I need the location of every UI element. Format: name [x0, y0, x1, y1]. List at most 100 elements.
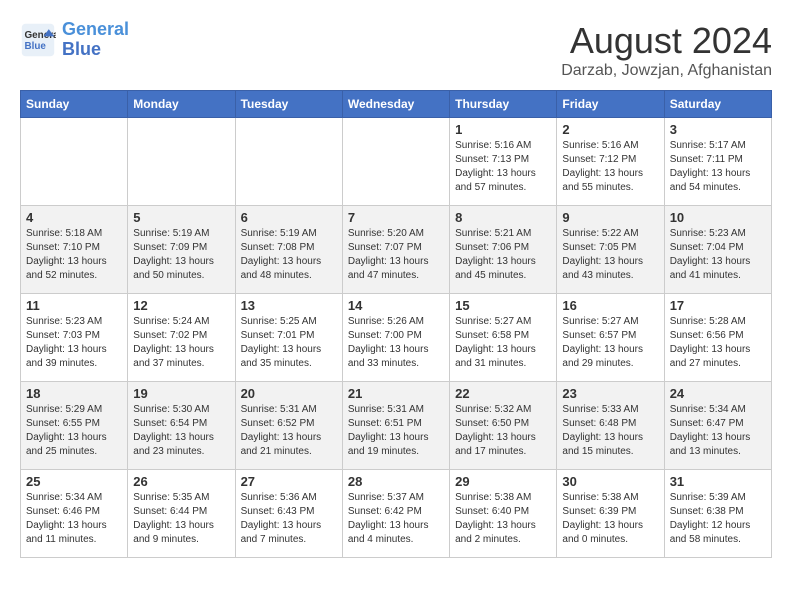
day-info: Sunrise: 5:33 AM Sunset: 6:48 PM Dayligh…	[562, 403, 658, 459]
day-info: Sunrise: 5:21 AM Sunset: 7:06 PM Dayligh…	[455, 227, 551, 283]
day-info: Sunrise: 5:19 AM Sunset: 7:08 PM Dayligh…	[241, 227, 337, 283]
logo-line2: Blue	[62, 39, 101, 59]
day-number: 13	[241, 298, 337, 313]
day-info: Sunrise: 5:27 AM Sunset: 6:58 PM Dayligh…	[455, 315, 551, 371]
day-info: Sunrise: 5:27 AM Sunset: 6:57 PM Dayligh…	[562, 315, 658, 371]
day-number: 21	[348, 386, 444, 401]
day-cell: 19 Sunrise: 5:30 AM Sunset: 6:54 PM Dayli…	[128, 382, 235, 470]
day-number: 12	[133, 298, 229, 313]
day-number: 25	[26, 474, 122, 489]
day-info: Sunrise: 5:38 AM Sunset: 6:40 PM Dayligh…	[455, 491, 551, 547]
day-info: Sunrise: 5:20 AM Sunset: 7:07 PM Dayligh…	[348, 227, 444, 283]
day-cell: 1 Sunrise: 5:16 AM Sunset: 7:13 PM Daylig…	[450, 118, 557, 206]
day-cell: 25 Sunrise: 5:34 AM Sunset: 6:46 PM Dayli…	[21, 470, 128, 558]
header-row: SundayMondayTuesdayWednesdayThursdayFrid…	[21, 91, 772, 118]
day-number: 15	[455, 298, 551, 313]
day-cell: 9Sunrise: 5:22 AM Sunset: 7:05 PM Daylig…	[557, 206, 664, 294]
day-info: Sunrise: 5:29 AM Sunset: 6:55 PM Dayligh…	[26, 403, 122, 459]
logo: General Blue General Blue	[20, 20, 129, 60]
column-header-tuesday: Tuesday	[235, 91, 342, 118]
day-info: Sunrise: 5:17 AM Sunset: 7:11 PM Dayligh…	[670, 139, 766, 195]
day-number: 3	[670, 122, 766, 137]
day-number: 24	[670, 386, 766, 401]
day-info: Sunrise: 5:37 AM Sunset: 6:42 PM Dayligh…	[348, 491, 444, 547]
day-number: 26	[133, 474, 229, 489]
week-row-2: 4Sunrise: 5:18 AM Sunset: 7:10 PM Daylig…	[21, 206, 772, 294]
day-cell: 22 Sunrise: 5:32 AM Sunset: 6:50 PM Dayli…	[450, 382, 557, 470]
day-info: Sunrise: 5:23 AM Sunset: 7:03 PM Dayligh…	[26, 315, 122, 371]
day-cell: 6 Sunrise: 5:19 AM Sunset: 7:08 PM Daylig…	[235, 206, 342, 294]
day-number: 20	[241, 386, 337, 401]
day-number: 17	[670, 298, 766, 313]
column-header-sunday: Sunday	[21, 91, 128, 118]
day-info: Sunrise: 5:16 AM Sunset: 7:13 PM Dayligh…	[455, 139, 551, 195]
day-cell: 24Sunrise: 5:34 AM Sunset: 6:47 PM Dayli…	[664, 382, 771, 470]
day-cell	[235, 118, 342, 206]
day-info: Sunrise: 5:24 AM Sunset: 7:02 PM Dayligh…	[133, 315, 229, 371]
svg-text:Blue: Blue	[25, 41, 47, 52]
column-header-saturday: Saturday	[664, 91, 771, 118]
day-cell: 5 Sunrise: 5:19 AM Sunset: 7:09 PM Daylig…	[128, 206, 235, 294]
day-info: Sunrise: 5:35 AM Sunset: 6:44 PM Dayligh…	[133, 491, 229, 547]
day-info: Sunrise: 5:28 AM Sunset: 6:56 PM Dayligh…	[670, 315, 766, 371]
day-cell: 10Sunrise: 5:23 AM Sunset: 7:04 PM Dayli…	[664, 206, 771, 294]
day-cell: 31 Sunrise: 5:39 AM Sunset: 6:38 PM Dayli…	[664, 470, 771, 558]
day-cell: 21 Sunrise: 5:31 AM Sunset: 6:51 PM Dayli…	[342, 382, 449, 470]
day-info: Sunrise: 5:39 AM Sunset: 6:38 PM Dayligh…	[670, 491, 766, 547]
day-number: 1	[455, 122, 551, 137]
day-number: 2	[562, 122, 658, 137]
day-number: 31	[670, 474, 766, 489]
day-number: 5	[133, 210, 229, 225]
day-number: 7	[348, 210, 444, 225]
page-title: August 2024	[561, 20, 772, 62]
day-info: Sunrise: 5:19 AM Sunset: 7:09 PM Dayligh…	[133, 227, 229, 283]
day-info: Sunrise: 5:23 AM Sunset: 7:04 PM Dayligh…	[670, 227, 766, 283]
week-row-5: 25 Sunrise: 5:34 AM Sunset: 6:46 PM Dayli…	[21, 470, 772, 558]
day-cell: 15 Sunrise: 5:27 AM Sunset: 6:58 PM Dayli…	[450, 294, 557, 382]
day-cell: 17 Sunrise: 5:28 AM Sunset: 6:56 PM Dayli…	[664, 294, 771, 382]
day-cell: 18Sunrise: 5:29 AM Sunset: 6:55 PM Dayli…	[21, 382, 128, 470]
day-number: 28	[348, 474, 444, 489]
day-cell	[128, 118, 235, 206]
day-cell: 14Sunrise: 5:26 AM Sunset: 7:00 PM Dayli…	[342, 294, 449, 382]
day-info: Sunrise: 5:25 AM Sunset: 7:01 PM Dayligh…	[241, 315, 337, 371]
logo-line1: General	[62, 19, 129, 39]
day-info: Sunrise: 5:31 AM Sunset: 6:51 PM Dayligh…	[348, 403, 444, 459]
day-cell: 3 Sunrise: 5:17 AM Sunset: 7:11 PM Daylig…	[664, 118, 771, 206]
day-cell: 26 Sunrise: 5:35 AM Sunset: 6:44 PM Dayli…	[128, 470, 235, 558]
day-info: Sunrise: 5:32 AM Sunset: 6:50 PM Dayligh…	[455, 403, 551, 459]
day-number: 9	[562, 210, 658, 225]
day-cell: 11 Sunrise: 5:23 AM Sunset: 7:03 PM Dayli…	[21, 294, 128, 382]
week-row-4: 18Sunrise: 5:29 AM Sunset: 6:55 PM Dayli…	[21, 382, 772, 470]
day-info: Sunrise: 5:36 AM Sunset: 6:43 PM Dayligh…	[241, 491, 337, 547]
column-header-monday: Monday	[128, 91, 235, 118]
day-number: 22	[455, 386, 551, 401]
day-cell	[21, 118, 128, 206]
day-cell: 23 Sunrise: 5:33 AM Sunset: 6:48 PM Dayli…	[557, 382, 664, 470]
day-cell: 2Sunrise: 5:16 AM Sunset: 7:12 PM Daylig…	[557, 118, 664, 206]
day-cell: 28 Sunrise: 5:37 AM Sunset: 6:42 PM Dayli…	[342, 470, 449, 558]
week-row-3: 11 Sunrise: 5:23 AM Sunset: 7:03 PM Dayli…	[21, 294, 772, 382]
day-number: 11	[26, 298, 122, 313]
page-header: General Blue General Blue August 2024 Da…	[20, 20, 772, 80]
day-info: Sunrise: 5:30 AM Sunset: 6:54 PM Dayligh…	[133, 403, 229, 459]
day-number: 6	[241, 210, 337, 225]
day-info: Sunrise: 5:34 AM Sunset: 6:46 PM Dayligh…	[26, 491, 122, 547]
day-cell: 16Sunrise: 5:27 AM Sunset: 6:57 PM Dayli…	[557, 294, 664, 382]
day-cell: 4Sunrise: 5:18 AM Sunset: 7:10 PM Daylig…	[21, 206, 128, 294]
day-number: 23	[562, 386, 658, 401]
day-number: 19	[133, 386, 229, 401]
logo-icon: General Blue	[20, 22, 56, 58]
day-number: 27	[241, 474, 337, 489]
logo-text: General Blue	[62, 20, 129, 60]
day-info: Sunrise: 5:38 AM Sunset: 6:39 PM Dayligh…	[562, 491, 658, 547]
page-subtitle: Darzab, Jowzjan, Afghanistan	[561, 62, 772, 80]
day-cell	[342, 118, 449, 206]
calendar-table: SundayMondayTuesdayWednesdayThursdayFrid…	[20, 90, 772, 558]
day-cell: 7 Sunrise: 5:20 AM Sunset: 7:07 PM Daylig…	[342, 206, 449, 294]
day-cell: 30 Sunrise: 5:38 AM Sunset: 6:39 PM Dayli…	[557, 470, 664, 558]
week-row-1: 1 Sunrise: 5:16 AM Sunset: 7:13 PM Daylig…	[21, 118, 772, 206]
day-number: 30	[562, 474, 658, 489]
column-header-wednesday: Wednesday	[342, 91, 449, 118]
day-number: 8	[455, 210, 551, 225]
